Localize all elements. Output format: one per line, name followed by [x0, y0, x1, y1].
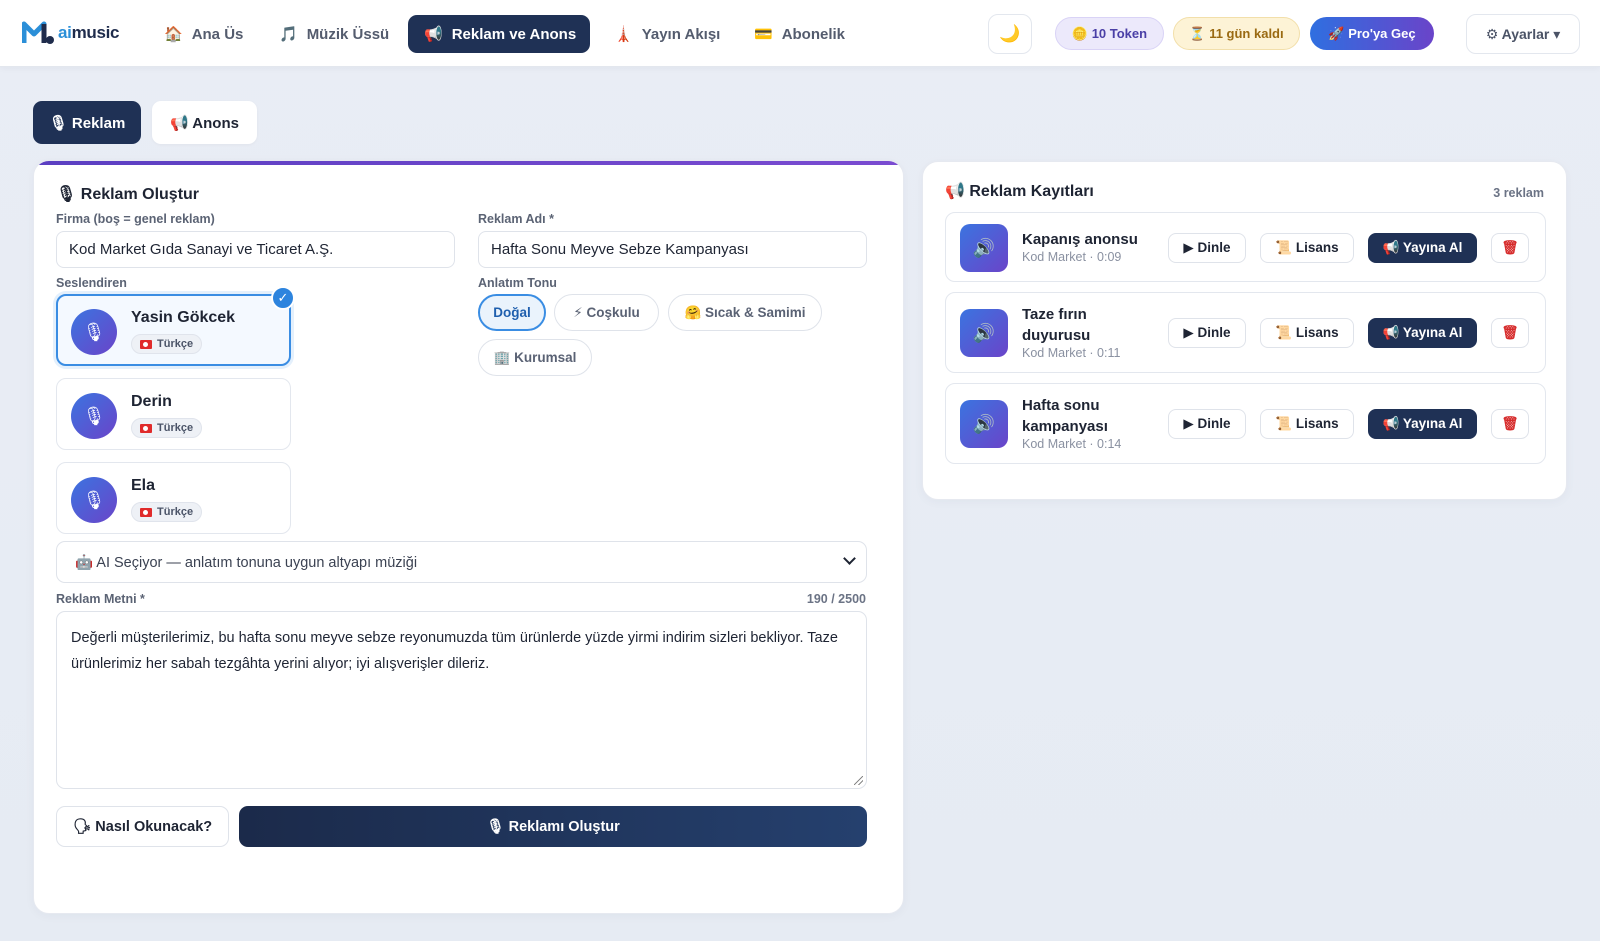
background-music-select[interactable]: 🤖 AI Seçiyor — anlatım tonuna uygun alty… [56, 541, 867, 583]
license-button[interactable]: 📜 Lisans [1260, 318, 1354, 348]
records-title: 📢 Reklam Kayıtları [945, 183, 1094, 200]
speaker-icon: 🔊 [960, 400, 1008, 448]
record-name: Taze fırın duyurusu [1022, 306, 1091, 344]
nav-item-yayin-akisi[interactable]: 🗼 Yayın Akışı [598, 15, 736, 53]
ad-text-value: Değerli müşterilerimiz, bu hafta sonu me… [71, 630, 838, 672]
ad-records-card: 📢 Reklam Kayıtları 3 reklam 🔊 Kapanış an… [922, 161, 1567, 500]
speaker-icon: 🔊 [960, 309, 1008, 357]
tone-coskulu-button[interactable]: ⚡ Coşkulu [554, 294, 659, 331]
card-title: 🎙 Reklam Oluştur [56, 186, 200, 203]
record-item: 🔊 Taze fırın duyurusu Kod Market · 0:11 … [945, 292, 1546, 373]
select-value: 🤖 AI Seçiyor — anlatım tonuna uygun alty… [75, 554, 418, 571]
record-meta: Kod Market · 0:11 [1022, 346, 1121, 360]
language-tag: Türkçe [131, 502, 203, 522]
create-ad-card: 🎙 Reklam Oluştur Firma (boş = genel rekl… [33, 160, 904, 914]
nav-item-label: Reklam ve Anons [451, 25, 577, 43]
credit-card-icon: 💳 [754, 26, 773, 43]
char-counter: 190 / 2500 [806, 592, 866, 606]
nav-item-reklam-ve-anons[interactable]: 📢 Reklam ve Anons [408, 15, 590, 53]
voice-option-derin[interactable]: 🎙 Derin Türkçe [56, 378, 291, 450]
record-name: Kapanış anonsu [1022, 231, 1138, 248]
speaker-icon: 🔊 [960, 224, 1008, 272]
trash-icon: 🗑 [1501, 325, 1519, 340]
microphone-icon: 🎙 [71, 477, 117, 523]
publish-button[interactable]: 📢 Yayına Al [1368, 233, 1477, 263]
firma-input[interactable]: Kod Market Gıda Sanayi ve Ticaret A.Ş. [56, 231, 455, 268]
delete-button[interactable]: 🗑 [1491, 233, 1529, 263]
tab-reklam[interactable]: 🎙 Reklam [33, 101, 141, 144]
chevron-down-icon [843, 552, 856, 565]
music-note-icon: 🎵 [279, 26, 298, 43]
app-logo[interactable]: aimusic [22, 20, 120, 46]
days-left-badge[interactable]: ⏳ 11 gün kaldı [1173, 17, 1300, 50]
tower-icon: 🗼 [614, 26, 633, 43]
turkey-flag-icon [140, 423, 152, 433]
megaphone-icon: 📢 [424, 26, 443, 43]
trash-icon: 🗑 [1501, 416, 1519, 431]
tone-kurumsal-button[interactable]: 🏢 Kurumsal [478, 339, 592, 376]
nav-item-abonelik[interactable]: 💳 Abonelik [738, 15, 861, 53]
ad-text-area[interactable]: Değerli müşterilerimiz, bu hafta sonu me… [56, 611, 867, 789]
voice-name: Derin [131, 393, 172, 410]
publish-button[interactable]: 📢 Yayına Al [1368, 409, 1477, 439]
voice-name: Yasin Gökcek [131, 309, 236, 326]
moon-icon: 🌙 [999, 24, 1021, 43]
record-meta: Kod Market · 0:14 [1022, 437, 1122, 451]
resize-grip-icon[interactable] [854, 776, 863, 785]
nav-item-muzik-ussu[interactable]: 🎵 Müzik Üssü [263, 15, 405, 53]
trash-icon: 🗑 [1501, 240, 1519, 255]
upgrade-pro-button[interactable]: 🚀 Pro'ya Geç [1310, 17, 1434, 50]
microphone-icon: 🎙 [71, 393, 117, 439]
language-tag: Türkçe [131, 334, 203, 354]
language-label: Türkçe [157, 422, 194, 434]
language-label: Türkçe [157, 506, 194, 518]
language-tag: Türkçe [131, 418, 203, 438]
voice-option-yasin[interactable]: 🎙 Yasin Gökcek Türkçe [56, 294, 291, 366]
license-button[interactable]: 📜 Lisans [1260, 409, 1354, 439]
top-navbar: aimusic 🏠 Ana Üs 🎵 Müzik Üssü 📢 Reklam v… [0, 0, 1600, 67]
record-item: 🔊 Kapanış anonsu Kod Market · 0:09 ▶ Din… [945, 212, 1546, 282]
ad-name-input[interactable]: Hafta Sonu Meyve Sebze Kampanyası [478, 231, 867, 268]
delete-button[interactable]: 🗑 [1491, 409, 1529, 439]
tone-dogal-button[interactable]: Doğal [478, 294, 546, 331]
record-name: Hafta sonu kampanyası [1022, 397, 1108, 435]
record-item: 🔊 Hafta sonu kampanyası Kod Market · 0:1… [945, 383, 1546, 464]
license-button[interactable]: 📜 Lisans [1260, 233, 1354, 263]
logo-mark-icon [22, 21, 54, 44]
create-ad-button[interactable]: 🎙 Reklamı Oluştur [239, 806, 867, 847]
settings-button[interactable]: ⚙ Ayarlar ▾ [1466, 14, 1580, 54]
selected-check-icon: ✓ [271, 286, 295, 310]
play-button[interactable]: ▶ Dinle [1168, 233, 1246, 263]
turkey-flag-icon [140, 339, 152, 349]
voice-option-ela[interactable]: 🎙 Ela Türkçe [56, 462, 291, 534]
nav-item-label: Yayın Akışı [641, 25, 721, 43]
nav-item-label: Abonelik [781, 25, 846, 43]
record-meta: Kod Market · 0:09 [1022, 250, 1122, 264]
nav-item-ana-us[interactable]: 🏠 Ana Üs [148, 15, 259, 53]
tone-label: Anlatım Tonu [478, 276, 557, 290]
home-icon: 🏠 [164, 26, 183, 43]
card-accent-bar [34, 161, 903, 165]
how-to-read-button[interactable]: 🗣 Nasıl Okunacak? [56, 806, 229, 847]
play-button[interactable]: ▶ Dinle [1168, 318, 1246, 348]
ad-name-label: Reklam Adı * [478, 212, 554, 226]
theme-toggle-button[interactable]: 🌙 [988, 14, 1032, 54]
nav-item-label: Ana Üs [191, 25, 244, 43]
token-badge[interactable]: 🪙 10 Token [1055, 17, 1164, 50]
tone-sicak-samimi-button[interactable]: 🤗 Sıcak & Samimi [668, 294, 822, 331]
play-button[interactable]: ▶ Dinle [1168, 409, 1246, 439]
ad-text-label: Reklam Metni * [56, 592, 145, 606]
voice-name: Ela [131, 477, 156, 494]
voice-label: Seslendiren [56, 276, 127, 290]
publish-button[interactable]: 📢 Yayına Al [1368, 318, 1477, 348]
records-count: 3 reklam [1493, 186, 1544, 200]
firma-label: Firma (boş = genel reklam) [56, 212, 215, 226]
nav-item-label: Müzik Üssü [306, 25, 390, 43]
turkey-flag-icon [140, 507, 152, 517]
tab-anons[interactable]: 📢 Anons [152, 101, 257, 144]
microphone-icon: 🎙 [71, 309, 117, 355]
delete-button[interactable]: 🗑 [1491, 318, 1529, 348]
logo-text: aimusic [58, 23, 120, 42]
language-label: Türkçe [157, 338, 194, 350]
